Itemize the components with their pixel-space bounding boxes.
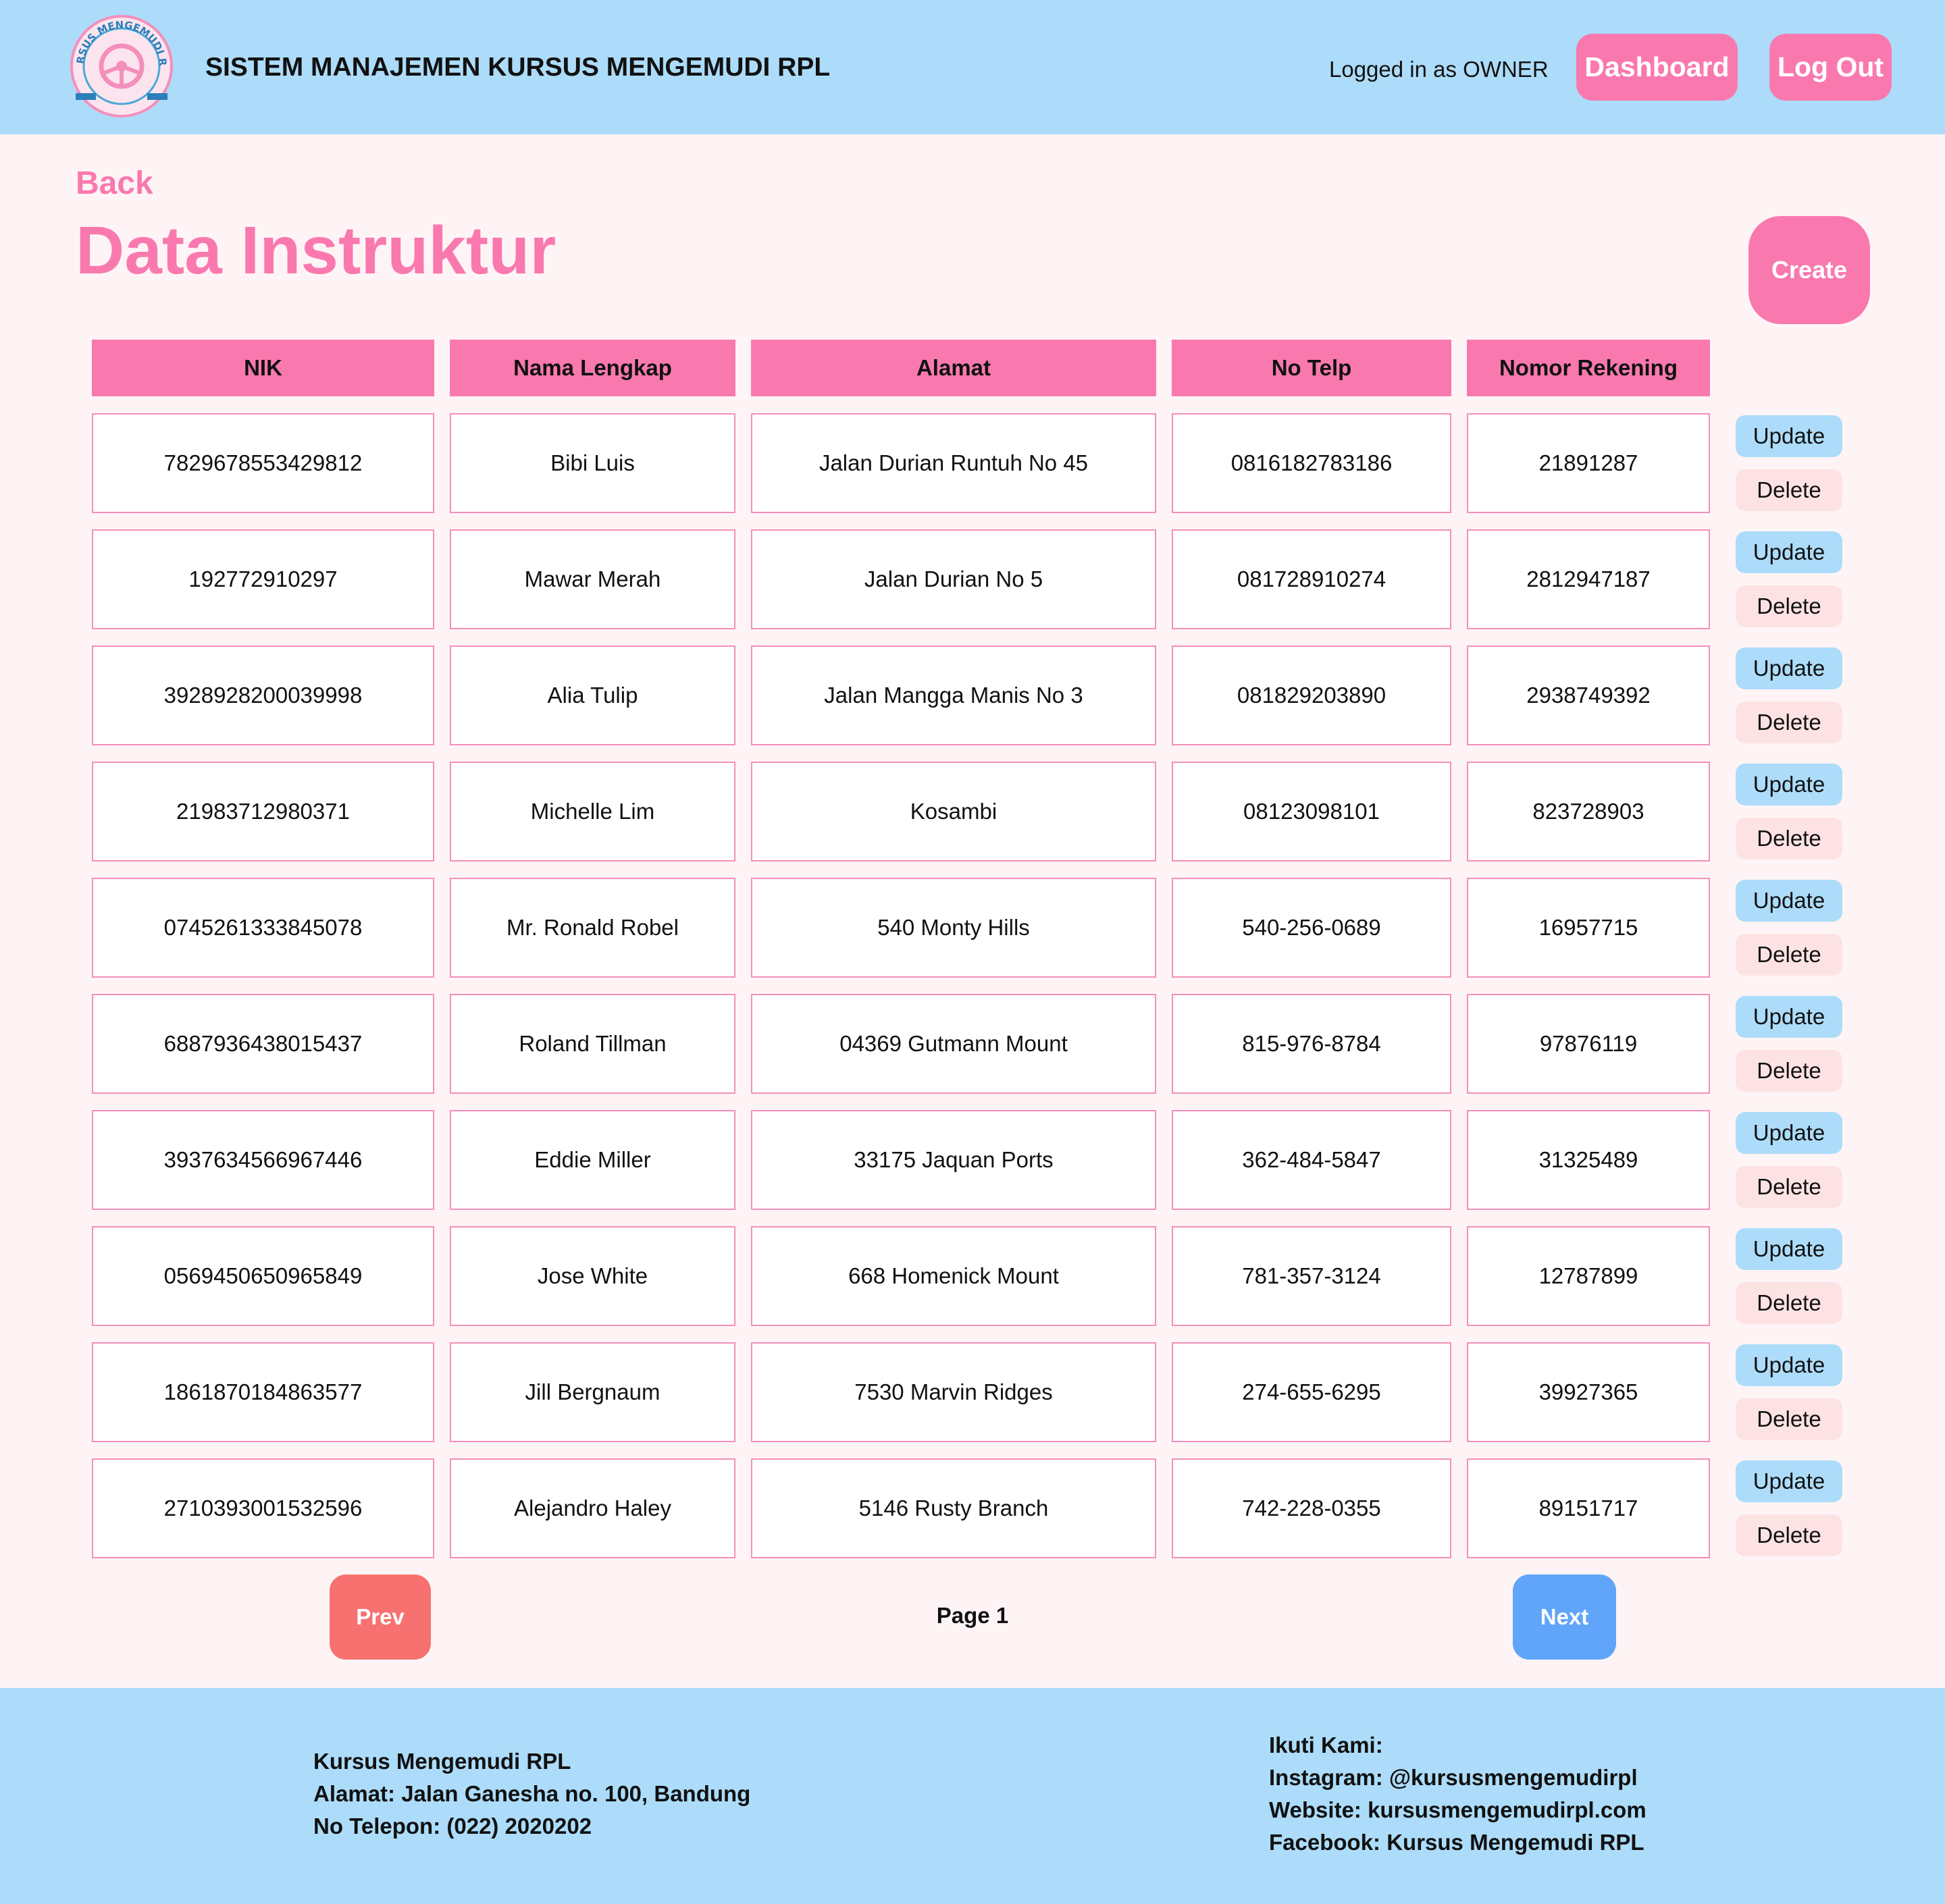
cell-alamat: 668 Homenick Mount bbox=[751, 1226, 1156, 1326]
delete-button[interactable]: Delete bbox=[1736, 1166, 1842, 1208]
update-button[interactable]: Update bbox=[1736, 1344, 1842, 1386]
cell-no-telp: 362-484-5847 bbox=[1172, 1110, 1451, 1210]
cell-nama-lengkap: Eddie Miller bbox=[450, 1110, 735, 1210]
logout-button[interactable]: Log Out bbox=[1769, 34, 1892, 101]
cell-nomor-rekening: 21891287 bbox=[1467, 413, 1710, 513]
cell-nomor-rekening: 39927365 bbox=[1467, 1342, 1710, 1442]
next-page-button[interactable]: Next bbox=[1513, 1575, 1616, 1660]
cell-nomor-rekening: 16957715 bbox=[1467, 878, 1710, 978]
delete-button[interactable]: Delete bbox=[1736, 1050, 1842, 1092]
logo: KURSUS MENGEMUDI RPL bbox=[65, 4, 174, 119]
footer-company-name: Kursus Mengemudi RPL bbox=[313, 1749, 571, 1774]
update-button[interactable]: Update bbox=[1736, 1460, 1842, 1502]
update-button[interactable]: Update bbox=[1736, 531, 1842, 573]
cell-nama-lengkap: Michelle Lim bbox=[450, 762, 735, 862]
create-button[interactable]: Create bbox=[1748, 216, 1870, 324]
column-header-nik: NIK bbox=[92, 340, 434, 396]
cell-nik: 0569450650965849 bbox=[92, 1226, 434, 1326]
cell-nama-lengkap: Alejandro Haley bbox=[450, 1458, 735, 1558]
cell-nik: 6887936438015437 bbox=[92, 994, 434, 1094]
update-button[interactable]: Update bbox=[1736, 1228, 1842, 1270]
footer-phone: No Telepon: (022) 2020202 bbox=[313, 1814, 592, 1839]
cell-nik: 21983712980371 bbox=[92, 762, 434, 862]
cell-nomor-rekening: 97876119 bbox=[1467, 994, 1710, 1094]
dashboard-button[interactable]: Dashboard bbox=[1576, 34, 1738, 101]
delete-button[interactable]: Delete bbox=[1736, 1514, 1842, 1556]
cell-no-telp: 742-228-0355 bbox=[1172, 1458, 1451, 1558]
cell-nama-lengkap: Roland Tillman bbox=[450, 994, 735, 1094]
footer: Kursus Mengemudi RPL Alamat: Jalan Ganes… bbox=[0, 1688, 1945, 1904]
column-header-nama-lengkap: Nama Lengkap bbox=[450, 340, 735, 396]
footer-social: Ikuti Kami: Instagram: @kursusmengemudir… bbox=[1269, 1729, 1646, 1859]
cell-alamat: Jalan Durian No 5 bbox=[751, 529, 1156, 629]
brand-title: SISTEM MANAJEMEN KURSUS MENGEMUDI RPL bbox=[205, 53, 831, 82]
cell-no-telp: 815-976-8784 bbox=[1172, 994, 1451, 1094]
cell-nik: 7829678553429812 bbox=[92, 413, 434, 513]
delete-button[interactable]: Delete bbox=[1736, 1282, 1842, 1324]
footer-facebook: Facebook: Kursus Mengemudi RPL bbox=[1269, 1830, 1644, 1855]
logged-in-status: Logged in as OWNER bbox=[1329, 57, 1549, 82]
page-title: Data Instruktur bbox=[76, 213, 556, 288]
update-button[interactable]: Update bbox=[1736, 764, 1842, 805]
cell-alamat: Kosambi bbox=[751, 762, 1156, 862]
delete-button[interactable]: Delete bbox=[1736, 469, 1842, 511]
cell-nama-lengkap: Mr. Ronald Robel bbox=[450, 878, 735, 978]
cell-nomor-rekening: 823728903 bbox=[1467, 762, 1710, 862]
cell-alamat: Jalan Durian Runtuh No 45 bbox=[751, 413, 1156, 513]
back-link[interactable]: Back bbox=[76, 165, 153, 202]
cell-nama-lengkap: Alia Tulip bbox=[450, 645, 735, 745]
cell-no-telp: 781-357-3124 bbox=[1172, 1226, 1451, 1326]
column-header-nomor-rekening: Nomor Rekening bbox=[1467, 340, 1710, 396]
cell-nomor-rekening: 2938749392 bbox=[1467, 645, 1710, 745]
cell-alamat: 540 Monty Hills bbox=[751, 878, 1156, 978]
cell-nama-lengkap: Bibi Luis bbox=[450, 413, 735, 513]
page-indicator: Page 1 bbox=[936, 1603, 1009, 1628]
footer-address: Alamat: Jalan Ganesha no. 100, Bandung bbox=[313, 1781, 751, 1806]
delete-button[interactable]: Delete bbox=[1736, 818, 1842, 860]
cell-nik: 3928928200039998 bbox=[92, 645, 434, 745]
cell-no-telp: 081728910274 bbox=[1172, 529, 1451, 629]
cell-alamat: Jalan Mangga Manis No 3 bbox=[751, 645, 1156, 745]
top-header: KURSUS MENGEMUDI RPL SISTEM MANAJEMEN KU… bbox=[0, 0, 1945, 134]
delete-button[interactable]: Delete bbox=[1736, 934, 1842, 976]
cell-nama-lengkap: Jose White bbox=[450, 1226, 735, 1326]
cell-nik: 0745261333845078 bbox=[92, 878, 434, 978]
cell-nik: 1861870184863577 bbox=[92, 1342, 434, 1442]
cell-nama-lengkap: Jill Bergnaum bbox=[450, 1342, 735, 1442]
steering-wheel-icon: KURSUS MENGEMUDI RPL bbox=[65, 4, 173, 117]
cell-alamat: 7530 Marvin Ridges bbox=[751, 1342, 1156, 1442]
footer-instagram: Instagram: @kursusmengemudirpl bbox=[1269, 1765, 1638, 1790]
prev-page-button[interactable]: Prev bbox=[330, 1575, 431, 1660]
cell-no-telp: 081829203890 bbox=[1172, 645, 1451, 745]
update-button[interactable]: Update bbox=[1736, 647, 1842, 689]
update-button[interactable]: Update bbox=[1736, 880, 1842, 922]
cell-no-telp: 0816182783186 bbox=[1172, 413, 1451, 513]
update-button[interactable]: Update bbox=[1736, 415, 1842, 457]
cell-no-telp: 08123098101 bbox=[1172, 762, 1451, 862]
cell-nomor-rekening: 2812947187 bbox=[1467, 529, 1710, 629]
update-button[interactable]: Update bbox=[1736, 996, 1842, 1038]
delete-button[interactable]: Delete bbox=[1736, 1398, 1842, 1440]
cell-nik: 3937634566967446 bbox=[92, 1110, 434, 1210]
column-header-alamat: Alamat bbox=[751, 340, 1156, 396]
footer-follow-heading: Ikuti Kami: bbox=[1269, 1733, 1383, 1757]
cell-nomor-rekening: 31325489 bbox=[1467, 1110, 1710, 1210]
delete-button[interactable]: Delete bbox=[1736, 702, 1842, 743]
cell-nomor-rekening: 89151717 bbox=[1467, 1458, 1710, 1558]
update-button[interactable]: Update bbox=[1736, 1112, 1842, 1154]
footer-contact: Kursus Mengemudi RPL Alamat: Jalan Ganes… bbox=[313, 1745, 750, 1843]
cell-nik: 2710393001532596 bbox=[92, 1458, 434, 1558]
column-header-no-telp: No Telp bbox=[1172, 340, 1451, 396]
cell-no-telp: 274-655-6295 bbox=[1172, 1342, 1451, 1442]
footer-website: Website: kursusmengemudirpl.com bbox=[1269, 1797, 1646, 1822]
cell-alamat: 04369 Gutmann Mount bbox=[751, 994, 1156, 1094]
cell-nik: 192772910297 bbox=[92, 529, 434, 629]
delete-button[interactable]: Delete bbox=[1736, 585, 1842, 627]
cell-alamat: 33175 Jaquan Ports bbox=[751, 1110, 1156, 1210]
cell-nomor-rekening: 12787899 bbox=[1467, 1226, 1710, 1326]
cell-nama-lengkap: Mawar Merah bbox=[450, 529, 735, 629]
cell-alamat: 5146 Rusty Branch bbox=[751, 1458, 1156, 1558]
cell-no-telp: 540-256-0689 bbox=[1172, 878, 1451, 978]
